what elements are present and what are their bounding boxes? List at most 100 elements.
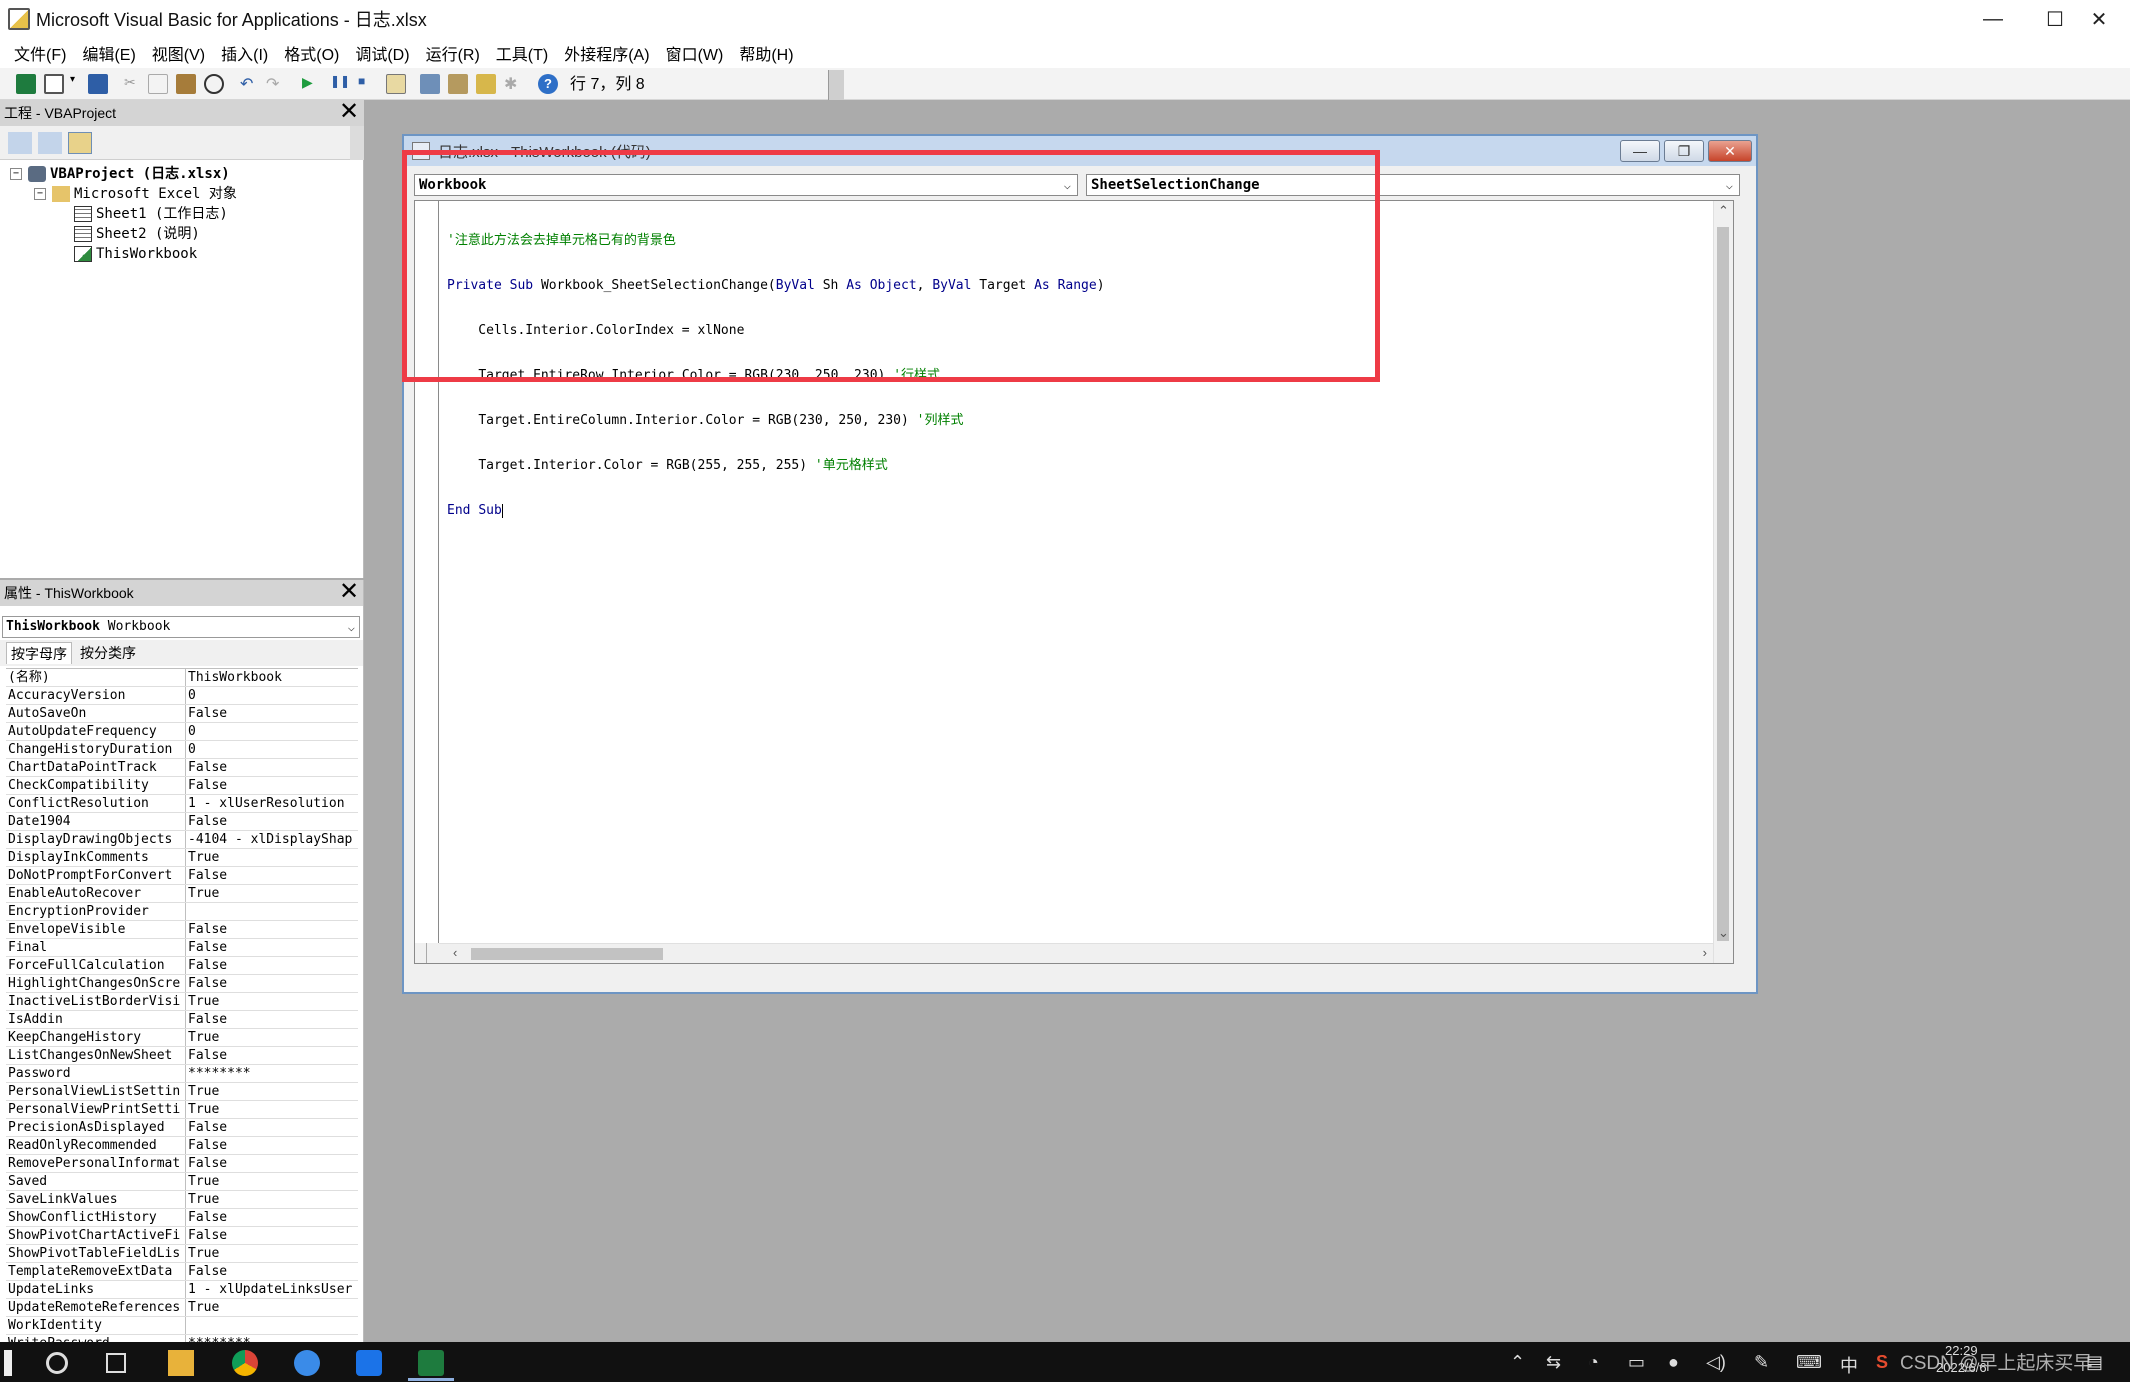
- menu-format[interactable]: 格式(O): [284, 41, 339, 65]
- property-row[interactable]: ForceFullCalculation False: [6, 957, 358, 975]
- property-value[interactable]: 0: [188, 723, 358, 740]
- close-button[interactable]: ✕: [2068, 0, 2130, 38]
- close-icon[interactable]: ✕: [338, 580, 360, 604]
- property-value[interactable]: ********: [188, 1335, 358, 1342]
- property-value[interactable]: True: [188, 1245, 358, 1262]
- chevron-down-icon[interactable]: ▾: [70, 74, 80, 94]
- property-value[interactable]: True: [188, 1029, 358, 1046]
- excel-taskbar-icon[interactable]: [418, 1350, 444, 1376]
- tray-pen-icon[interactable]: ✎: [1754, 1352, 1769, 1373]
- property-value[interactable]: -4104 - xlDisplayShap: [188, 831, 358, 848]
- scroll-down-icon[interactable]: ⌄: [1718, 925, 1729, 941]
- property-value[interactable]: False: [188, 813, 358, 830]
- property-value[interactable]: False: [188, 975, 358, 992]
- menu-view[interactable]: 视图(V): [152, 41, 205, 65]
- tab-alphabetic[interactable]: 按字母序: [6, 642, 72, 664]
- tray-chevron-icon[interactable]: ⌃: [1510, 1352, 1525, 1373]
- property-value[interactable]: ThisWorkbook: [188, 669, 358, 686]
- object-select[interactable]: ThisWorkbook Workbook ⌵: [2, 616, 360, 638]
- collapse-icon[interactable]: −: [10, 168, 22, 180]
- property-row[interactable]: ShowPivotChartActiveFi False: [6, 1227, 358, 1245]
- property-row[interactable]: AccuracyVersion 0: [6, 687, 358, 705]
- property-value[interactable]: False: [188, 705, 358, 722]
- code-minimize-button[interactable]: —: [1620, 140, 1660, 162]
- property-row[interactable]: Saved True: [6, 1173, 358, 1191]
- tree-item-sheet1[interactable]: Sheet1 (工作日志): [74, 204, 228, 224]
- task-view-icon[interactable]: [106, 1353, 126, 1373]
- tree-item-thisworkbook[interactable]: ThisWorkbook: [74, 244, 197, 264]
- close-icon[interactable]: ✕: [338, 100, 360, 124]
- menu-window[interactable]: 窗口(W): [666, 41, 724, 65]
- property-row[interactable]: DisplayInkComments True: [6, 849, 358, 867]
- vertical-scrollbar[interactable]: ⌃ ⌄: [1713, 201, 1733, 963]
- tray-wifi-icon[interactable]: ◔: [1588, 1352, 1599, 1373]
- property-row[interactable]: WritePassword********: [6, 1335, 358, 1342]
- property-row[interactable]: UpdateLinks 1 - xlUpdateLinksUser: [6, 1281, 358, 1299]
- property-row[interactable]: InactiveListBorderVisi True: [6, 993, 358, 1011]
- property-value[interactable]: False: [188, 1047, 358, 1064]
- property-value[interactable]: False: [188, 759, 358, 776]
- tree-item-sheet2[interactable]: Sheet2 (说明): [74, 224, 200, 244]
- property-value[interactable]: True: [188, 1173, 358, 1190]
- search-icon[interactable]: [46, 1352, 68, 1374]
- reset-icon[interactable]: ■: [358, 74, 378, 94]
- save-icon[interactable]: [88, 74, 108, 94]
- property-value[interactable]: [188, 1317, 358, 1334]
- property-row[interactable]: RemovePersonalInformat False: [6, 1155, 358, 1173]
- menu-help[interactable]: 帮助(H): [739, 41, 793, 65]
- property-row[interactable]: ConflictResolution 1 - xlUserResolution: [6, 795, 358, 813]
- full-module-view-icon[interactable]: [427, 943, 439, 963]
- minimize-button[interactable]: —: [1962, 0, 2024, 38]
- collapse-icon[interactable]: −: [34, 188, 46, 200]
- property-value[interactable]: 0: [188, 741, 358, 758]
- break-icon[interactable]: ❚❚: [330, 74, 350, 94]
- file-explorer-icon[interactable]: [168, 1350, 194, 1376]
- property-value[interactable]: False: [188, 1011, 358, 1028]
- object-browser-icon[interactable]: [476, 74, 496, 94]
- property-value[interactable]: ********: [188, 1065, 358, 1082]
- tray-volume-icon[interactable]: ◁): [1706, 1352, 1726, 1373]
- property-row[interactable]: SaveLinkValues True: [6, 1191, 358, 1209]
- property-row[interactable]: DoNotPromptForConvert False: [6, 867, 358, 885]
- tray-network-icon[interactable]: ⇆: [1546, 1352, 1561, 1373]
- property-value[interactable]: False: [188, 777, 358, 794]
- code-close-button[interactable]: ✕: [1708, 140, 1752, 162]
- property-row[interactable]: Password ********: [6, 1065, 358, 1083]
- app-icon[interactable]: [294, 1350, 320, 1376]
- property-value[interactable]: False: [188, 1263, 358, 1280]
- property-row[interactable]: UpdateRemoteReferences True: [6, 1299, 358, 1317]
- view-code-icon[interactable]: [8, 132, 32, 154]
- chrome-icon[interactable]: [232, 1350, 258, 1376]
- toolbox-icon[interactable]: ✱: [504, 74, 524, 94]
- run-icon[interactable]: ▶: [302, 74, 322, 94]
- tray-ime-lang[interactable]: 中: [1840, 1352, 1858, 1378]
- paste-icon[interactable]: [176, 74, 196, 94]
- scroll-up-icon[interactable]: ⌃: [1718, 203, 1729, 219]
- undo-icon[interactable]: ↶: [240, 74, 260, 94]
- property-value[interactable]: False: [188, 1209, 358, 1226]
- property-row[interactable]: EnvelopeVisible False: [6, 921, 358, 939]
- property-row[interactable]: ReadOnlyRecommended False: [6, 1137, 358, 1155]
- property-value[interactable]: False: [188, 1119, 358, 1136]
- property-row[interactable]: (名称) ThisWorkbook: [6, 669, 358, 687]
- property-value[interactable]: False: [188, 1137, 358, 1154]
- property-row[interactable]: KeepChangeHistory True: [6, 1029, 358, 1047]
- property-row[interactable]: ChartDataPointTrack False: [6, 759, 358, 777]
- property-row[interactable]: Date1904 False: [6, 813, 358, 831]
- property-value[interactable]: 1 - xlUserResolution: [188, 795, 358, 812]
- property-row[interactable]: IsAddin False: [6, 1011, 358, 1029]
- property-value[interactable]: 1 - xlUpdateLinksUser: [188, 1281, 358, 1298]
- help-icon[interactable]: ?: [538, 74, 558, 94]
- menu-tools[interactable]: 工具(T): [496, 41, 548, 65]
- tray-battery-icon[interactable]: ▭: [1628, 1352, 1645, 1373]
- property-row[interactable]: WorkIdentity: [6, 1317, 358, 1335]
- redo-icon[interactable]: ↷: [266, 74, 286, 94]
- view-object-icon[interactable]: [38, 132, 62, 154]
- copy-icon[interactable]: [148, 74, 168, 94]
- property-value[interactable]: 0: [188, 687, 358, 704]
- phone-link-icon[interactable]: [356, 1350, 382, 1376]
- property-value[interactable]: True: [188, 849, 358, 866]
- property-value[interactable]: True: [188, 1101, 358, 1118]
- procedure-view-icon[interactable]: [415, 943, 427, 963]
- property-value[interactable]: True: [188, 1191, 358, 1208]
